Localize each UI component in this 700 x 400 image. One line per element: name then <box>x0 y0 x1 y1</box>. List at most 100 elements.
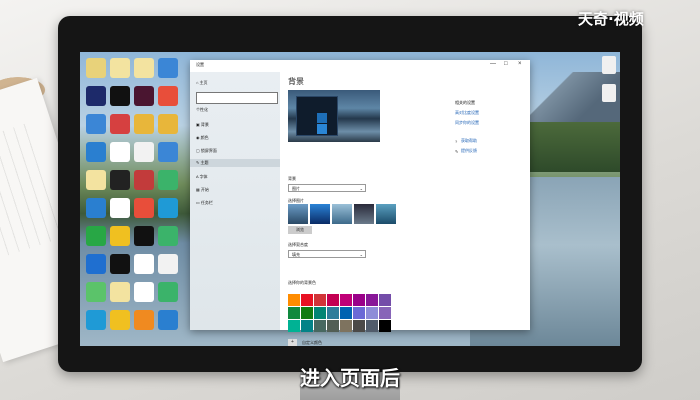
color-swatch[interactable] <box>327 307 339 319</box>
desktop-icon[interactable] <box>158 114 178 134</box>
high-contrast-link[interactable]: 高对比度设置 <box>455 110 479 116</box>
desktop-icon[interactable] <box>158 198 178 218</box>
color-swatch[interactable] <box>353 307 365 319</box>
custom-color-button[interactable]: 自定义颜色 <box>302 340 322 346</box>
desktop-icon[interactable] <box>134 198 154 218</box>
desktop-icon[interactable] <box>110 310 130 330</box>
nav-item-start[interactable]: ▦ 开始 <box>196 187 209 193</box>
desktop-icon[interactable] <box>86 226 106 246</box>
desktop-icon[interactable] <box>110 254 130 274</box>
desktop-icon[interactable] <box>86 86 106 106</box>
settings-nav: ⌂ 主页 个性化 ▣ 背景 ◉ 颜色 ▢ 锁屏界面 ✎ 主题 A 字体 ▦ 开始… <box>190 72 282 330</box>
desktop-icon[interactable] <box>134 310 154 330</box>
close-button[interactable]: × <box>518 61 522 67</box>
nav-home[interactable]: ⌂ 主页 <box>196 80 208 86</box>
color-swatch[interactable] <box>366 320 378 332</box>
color-swatch[interactable] <box>314 294 326 306</box>
color-swatch[interactable] <box>327 294 339 306</box>
color-swatch[interactable] <box>353 320 365 332</box>
background-dropdown[interactable]: 图片 ⌄ <box>288 184 366 192</box>
nav-item-lockscreen[interactable]: ▢ 锁屏界面 <box>196 148 217 154</box>
feedback-link[interactable]: 提供反馈 <box>461 148 477 154</box>
picture-thumb[interactable] <box>288 204 308 224</box>
maximize-button[interactable]: □ <box>504 61 508 67</box>
desktop-file-icon[interactable] <box>602 84 616 102</box>
color-swatch[interactable] <box>288 294 300 306</box>
browse-button[interactable]: 浏览 <box>288 226 312 234</box>
desktop-icon[interactable] <box>86 114 106 134</box>
picture-thumb[interactable] <box>310 204 330 224</box>
color-swatch[interactable] <box>301 294 313 306</box>
color-swatch[interactable] <box>379 307 391 319</box>
color-swatch[interactable] <box>366 307 378 319</box>
settings-window: 设置 — □ × ⌂ 主页 个性化 ▣ 背景 ◉ 颜色 ▢ 锁屏界面 ✎ 主题 … <box>190 60 530 346</box>
add-icon[interactable]: + <box>288 339 297 346</box>
color-swatch[interactable] <box>379 320 391 332</box>
desktop-icon[interactable] <box>110 226 130 246</box>
desktop-icon[interactable] <box>134 226 154 246</box>
desktop-icon[interactable] <box>110 282 130 302</box>
nav-home-label: 主页 <box>199 80 208 85</box>
desktop-icon[interactable] <box>86 282 106 302</box>
desktop-icon[interactable] <box>86 198 106 218</box>
desktop-icon[interactable] <box>134 142 154 162</box>
nav-item-themes[interactable]: ✎ 主题 <box>190 159 282 167</box>
color-swatch[interactable] <box>314 307 326 319</box>
desktop-icon[interactable] <box>134 282 154 302</box>
fit-value: 填充 <box>292 252 300 257</box>
desktop-icon[interactable] <box>86 58 106 78</box>
color-swatch[interactable] <box>340 307 352 319</box>
desktop-icon[interactable] <box>158 58 178 78</box>
desktop-icon[interactable] <box>158 142 178 162</box>
nav-item-colors[interactable]: ◉ 颜色 <box>196 135 209 141</box>
desktop-icon[interactable] <box>158 282 178 302</box>
picture-thumb[interactable] <box>354 204 374 224</box>
sync-settings-link[interactable]: 同步你的设置 <box>455 120 479 126</box>
desktop-icon[interactable] <box>86 310 106 330</box>
get-help-link[interactable]: 获取帮助 <box>461 138 477 144</box>
desktop-icon[interactable] <box>158 170 178 190</box>
search-input[interactable] <box>196 92 278 104</box>
nav-item-background[interactable]: ▣ 背景 <box>196 122 209 128</box>
fit-dropdown[interactable]: 填充 ⌄ <box>288 250 366 258</box>
desktop-icon[interactable] <box>158 310 178 330</box>
color-swatch[interactable] <box>301 307 313 319</box>
desktop-icon[interactable] <box>134 254 154 274</box>
color-swatch[interactable] <box>314 320 326 332</box>
desktop-icon[interactable] <box>86 254 106 274</box>
desktop-icon[interactable] <box>86 170 106 190</box>
color-swatch[interactable] <box>301 320 313 332</box>
color-swatch[interactable] <box>379 294 391 306</box>
color-swatch[interactable] <box>340 320 352 332</box>
desktop-icon[interactable] <box>110 170 130 190</box>
color-swatch[interactable] <box>327 320 339 332</box>
desktop-icon[interactable] <box>110 86 130 106</box>
nav-item-fonts[interactable]: A 字体 <box>196 174 208 180</box>
desktop-file-icon[interactable] <box>602 56 616 74</box>
desktop-icon[interactable] <box>134 114 154 134</box>
color-swatch[interactable] <box>366 294 378 306</box>
paper-lines <box>0 123 64 266</box>
desktop-icon[interactable] <box>134 170 154 190</box>
minimize-button[interactable]: — <box>490 61 496 67</box>
color-swatch[interactable] <box>353 294 365 306</box>
desktop-icon[interactable] <box>158 254 178 274</box>
picture-thumb[interactable] <box>376 204 396 224</box>
desktop-icon[interactable] <box>110 58 130 78</box>
color-swatch[interactable] <box>340 294 352 306</box>
color-swatch[interactable] <box>288 320 300 332</box>
desktop-icon[interactable] <box>158 86 178 106</box>
color-swatch[interactable] <box>288 307 300 319</box>
desktop-icon[interactable] <box>86 142 106 162</box>
desktop-icon[interactable] <box>110 142 130 162</box>
related-settings-heading: 相关的设置 <box>455 100 475 105</box>
nav-item-taskbar[interactable]: ▭ 任务栏 <box>196 200 213 206</box>
desktop-icon[interactable] <box>110 198 130 218</box>
picture-thumb[interactable] <box>332 204 352 224</box>
desktop-icon[interactable] <box>110 114 130 134</box>
desktop-icon[interactable] <box>134 86 154 106</box>
feedback-icon: ✎ <box>455 149 459 154</box>
desktop-icon[interactable] <box>158 226 178 246</box>
background-label: 背景 <box>288 176 296 181</box>
desktop-icon[interactable] <box>134 58 154 78</box>
